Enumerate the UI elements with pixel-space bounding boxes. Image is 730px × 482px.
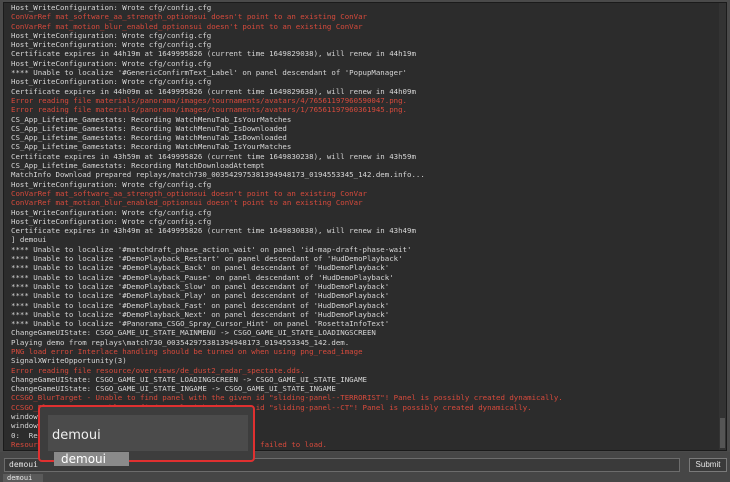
log-line: Host_WriteConfiguration: Wrote cfg/confi… [11, 58, 212, 68]
log-line: **** Unable to localize '#DemoPlayback_N… [11, 309, 390, 319]
log-line: CS_App_Lifetime_Gamestats: Recording Mat… [11, 161, 265, 171]
scrollbar-thumb[interactable] [720, 418, 725, 448]
log-line: Error reading file materials/panorama/im… [11, 105, 408, 115]
log-line: Host_WriteConfiguration: Wrote cfg/confi… [11, 216, 212, 226]
log-line: **** Unable to localize '#DemoPlayback_P… [11, 272, 394, 282]
submit-button[interactable]: Submit [689, 458, 727, 472]
log-line: **** Unable to localize '#Panorama_CSGO_… [11, 319, 390, 329]
log-line: ] demoui [11, 235, 47, 245]
log-line: Host_WriteConfiguration: Wrote cfg/confi… [11, 3, 212, 12]
log-line: PNG load error Interlace handling should… [11, 346, 363, 356]
log-line: Error reading file materials/panorama/im… [11, 95, 408, 105]
log-line: ChangeGameUIState: CSGO_GAME_UI_STATE_LO… [11, 374, 367, 384]
log-line: Certificate expires in 43h49m at 1649995… [11, 226, 416, 236]
log-line: **** Unable to localize '#GenericConfirm… [11, 68, 408, 78]
autocomplete-typed-text: demoui [52, 428, 101, 443]
log-line: **** Unable to localize '#DemoPlayback_F… [11, 300, 390, 310]
log-line: Host_WriteConfiguration: Wrote cfg/confi… [11, 179, 212, 189]
log-line: CCSGO_BlurTarget - Unable to find panel … [11, 393, 563, 403]
log-line: SignalXWriteOpportunity(3) [11, 356, 127, 366]
log-line: ConVarRef mat_software_aa_strength_optio… [11, 12, 367, 22]
log-line: Certificate expires in 44h09m at 1649995… [11, 86, 416, 96]
console-log[interactable]: Host_WriteConfiguration: Wrote cfg/confi… [3, 2, 727, 451]
log-line: ConVarRef mat_software_aa_strength_optio… [11, 188, 367, 198]
log-line: CS_App_Lifetime_Gamestats: Recording Wat… [11, 133, 287, 143]
log-line: **** Unable to localize '#DemoPlayback_R… [11, 254, 403, 264]
log-line: ConVarRef mat_motion_blur_enabled_option… [11, 21, 363, 31]
log-line: Certificate expires in 43h59m at 1649995… [11, 151, 416, 161]
log-line: **** Unable to localize '#DemoPlayback_P… [11, 291, 390, 301]
log-line: ChangeGameUIState: CSGO_GAME_UI_STATE_IN… [11, 384, 336, 394]
log-line: Host_WriteConfiguration: Wrote cfg/confi… [11, 30, 212, 40]
log-line: CS_App_Lifetime_Gamestats: Recording Wat… [11, 123, 287, 133]
log-line: CS_App_Lifetime_Gamestats: Recording Wat… [11, 142, 292, 152]
log-line: Error reading file resource/overviews/de… [11, 365, 305, 375]
log-line: Playing demo from replays\match730_00354… [11, 337, 350, 347]
log-line: **** Unable to localize '#matchdraft_pha… [11, 244, 412, 254]
suggestion-strip[interactable]: demoui [3, 474, 43, 482]
log-line: CS_App_Lifetime_Gamestats: Recording Wat… [11, 114, 292, 124]
autocomplete-option[interactable]: demoui [54, 452, 129, 466]
scrollbar[interactable] [719, 3, 726, 450]
autocomplete-popup: demoui demoui [38, 405, 255, 466]
log-line: ConVarRef mat_motion_blur_enabled_option… [11, 198, 363, 208]
log-line: **** Unable to localize '#DemoPlayback_S… [11, 281, 390, 291]
log-line: ChangeGameUIState: CSGO_GAME_UI_STATE_MA… [11, 328, 376, 338]
log-line: **** Unable to localize '#DemoPlayback_B… [11, 263, 390, 273]
log-line: Certificate expires in 44h19m at 1649995… [11, 49, 416, 59]
console-window: Host_WriteConfiguration: Wrote cfg/confi… [0, 0, 730, 482]
log-line: Host_WriteConfiguration: Wrote cfg/confi… [11, 40, 212, 50]
log-line: Host_WriteConfiguration: Wrote cfg/confi… [11, 207, 212, 217]
log-line: Host_WriteConfiguration: Wrote cfg/confi… [11, 77, 212, 87]
log-line: MatchInfo Download prepared replays/matc… [11, 170, 425, 180]
